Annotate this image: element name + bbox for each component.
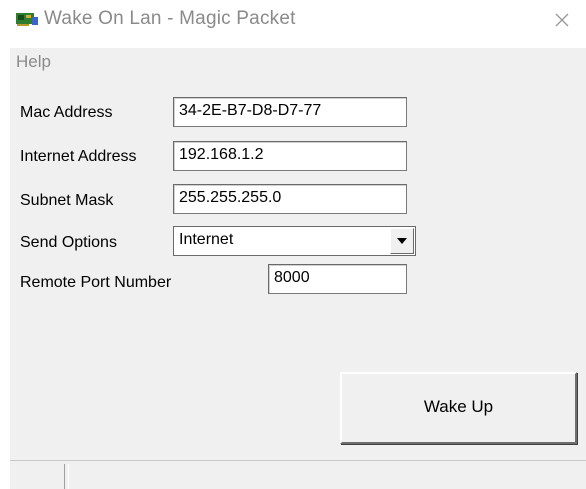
menu-bar: Help bbox=[10, 48, 586, 74]
internet-address-field[interactable]: 192.168.1.2 bbox=[173, 141, 407, 171]
status-bar bbox=[10, 460, 586, 489]
title-bar[interactable]: Wake On Lan - Magic Packet bbox=[0, 0, 586, 44]
wake-up-button[interactable]: Wake Up bbox=[340, 372, 577, 444]
mac-address-field[interactable]: 34-2E-B7-D8-D7-77 bbox=[173, 97, 407, 127]
menu-item-help[interactable]: Help bbox=[16, 52, 51, 72]
remote-port-label: Remote Port Number bbox=[20, 274, 172, 291]
send-options-select[interactable]: Internet bbox=[173, 226, 416, 256]
send-options-value: Internet bbox=[179, 231, 234, 248]
send-options-label: Send Options bbox=[20, 234, 117, 251]
remote-port-field[interactable]: 8000 bbox=[268, 264, 407, 294]
subnet-mask-label: Subnet Mask bbox=[20, 192, 114, 209]
wake-on-lan-window: Wake On Lan - Magic Packet Help Mac Addr… bbox=[0, 0, 586, 489]
status-pane-left bbox=[10, 464, 65, 489]
main-panel: Mac Address 34-2E-B7-D8-D7-77 Internet A… bbox=[10, 74, 586, 460]
status-pane-main bbox=[68, 464, 586, 489]
mac-address-label: Mac Address bbox=[20, 104, 113, 121]
internet-address-label: Internet Address bbox=[20, 148, 137, 165]
window-title: Wake On Lan - Magic Packet bbox=[44, 8, 296, 29]
chevron-down-icon[interactable] bbox=[390, 228, 414, 254]
network-card-icon bbox=[16, 13, 38, 26]
subnet-mask-field[interactable]: 255.255.255.0 bbox=[173, 184, 407, 214]
close-icon[interactable] bbox=[550, 8, 574, 32]
